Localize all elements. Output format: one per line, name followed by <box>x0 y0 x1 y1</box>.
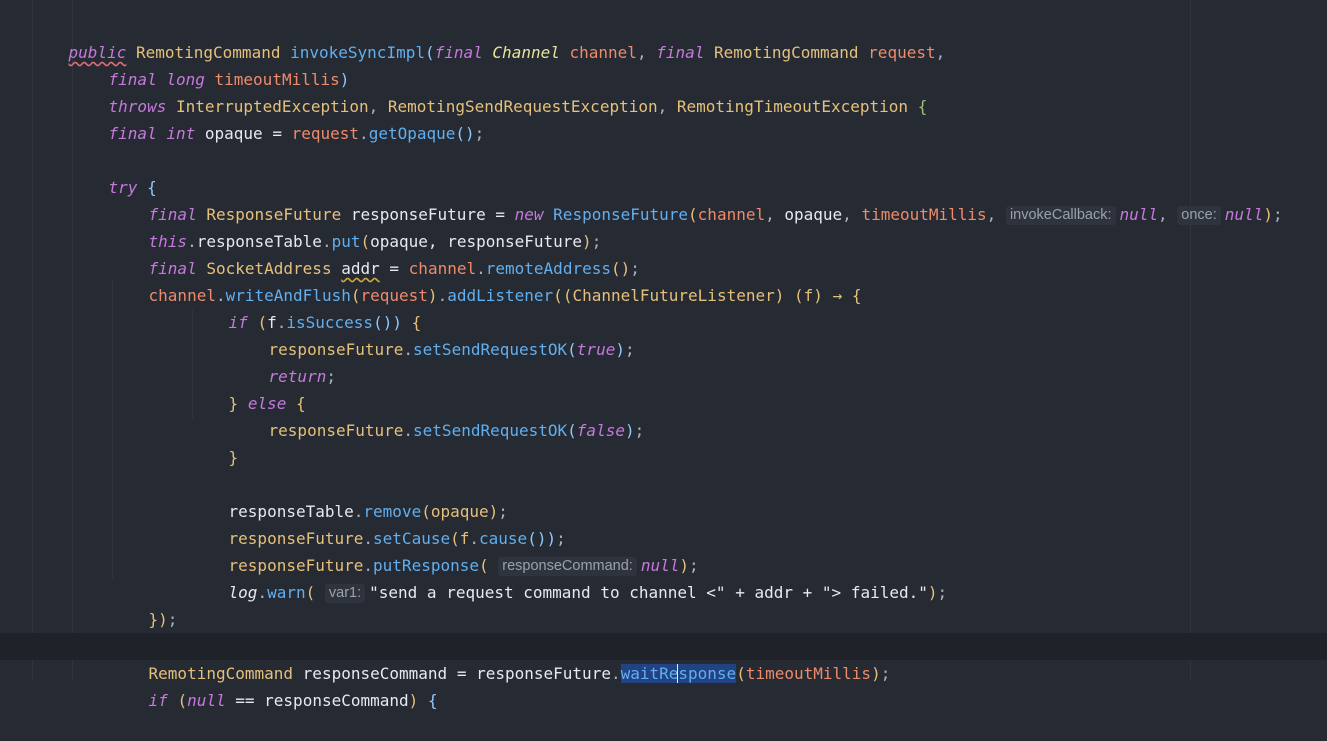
current-code-line[interactable]: RemotingCommand responseCommand = respon… <box>0 633 1327 683</box>
code-line[interactable]: responseTable.remove(opaque); <box>0 471 1327 521</box>
code-line[interactable]: }); <box>0 579 1327 629</box>
brace: { <box>427 691 438 710</box>
code-line[interactable]: if (null == responseCommand) { <box>0 660 1327 710</box>
paren: () <box>455 124 475 143</box>
code-line[interactable]: final long timeoutMillis) <box>0 39 1327 89</box>
brace: }) <box>148 610 168 629</box>
code-line[interactable]: responseFuture.setSendRequestOK(true); <box>0 309 1327 359</box>
code-line[interactable]: return; <box>0 336 1327 386</box>
dot: . <box>359 124 369 143</box>
method-call: getOpaque <box>368 124 456 143</box>
code-editor[interactable]: public RemotingCommand invokeSyncImpl(fi… <box>0 0 1327 710</box>
keyword: if <box>148 691 168 710</box>
keyword: int <box>166 124 196 143</box>
code-line[interactable]: public RemotingCommand invokeSyncImpl(fi… <box>0 12 1327 62</box>
operator: = <box>272 124 282 143</box>
param-ref: request <box>291 124 360 143</box>
semicolon: ; <box>474 124 485 143</box>
brace: } <box>228 448 239 467</box>
code-line[interactable]: try { <box>0 147 1327 197</box>
code-line[interactable]: log.warn( var1: "send a request command t… <box>0 552 1327 603</box>
code-line[interactable]: responseFuture.putResponse( responseComm… <box>0 525 1327 576</box>
code-line[interactable]: final SocketAddress addr = channel.remot… <box>0 228 1327 278</box>
keyword: final <box>108 124 157 143</box>
code-line[interactable]: channel.writeAndFlush(request).addListen… <box>0 255 1327 305</box>
code-line[interactable]: } else { <box>0 363 1327 413</box>
code-line[interactable]: responseFuture.setCause(f.cause()); <box>0 498 1327 548</box>
semicolon: ; <box>167 610 178 629</box>
code-line[interactable]: if (f.isSuccess()) { <box>0 282 1327 332</box>
variable: responseCommand <box>264 691 409 710</box>
code-line[interactable]: responseFuture.setSendRequestOK(false); <box>0 390 1327 440</box>
variable: opaque <box>204 124 263 143</box>
code-line[interactable]: } <box>0 417 1327 467</box>
code-line[interactable]: throws InterruptedException, RemotingSen… <box>0 66 1327 116</box>
null-literal: null <box>187 691 226 710</box>
code-line[interactable]: final int opaque = request.getOpaque(); <box>0 93 1327 143</box>
code-line[interactable]: final ResponseFuture responseFuture = ne… <box>0 174 1327 225</box>
code-line[interactable]: this.responseTable.put(opaque, responseF… <box>0 201 1327 251</box>
operator: == <box>235 691 255 710</box>
